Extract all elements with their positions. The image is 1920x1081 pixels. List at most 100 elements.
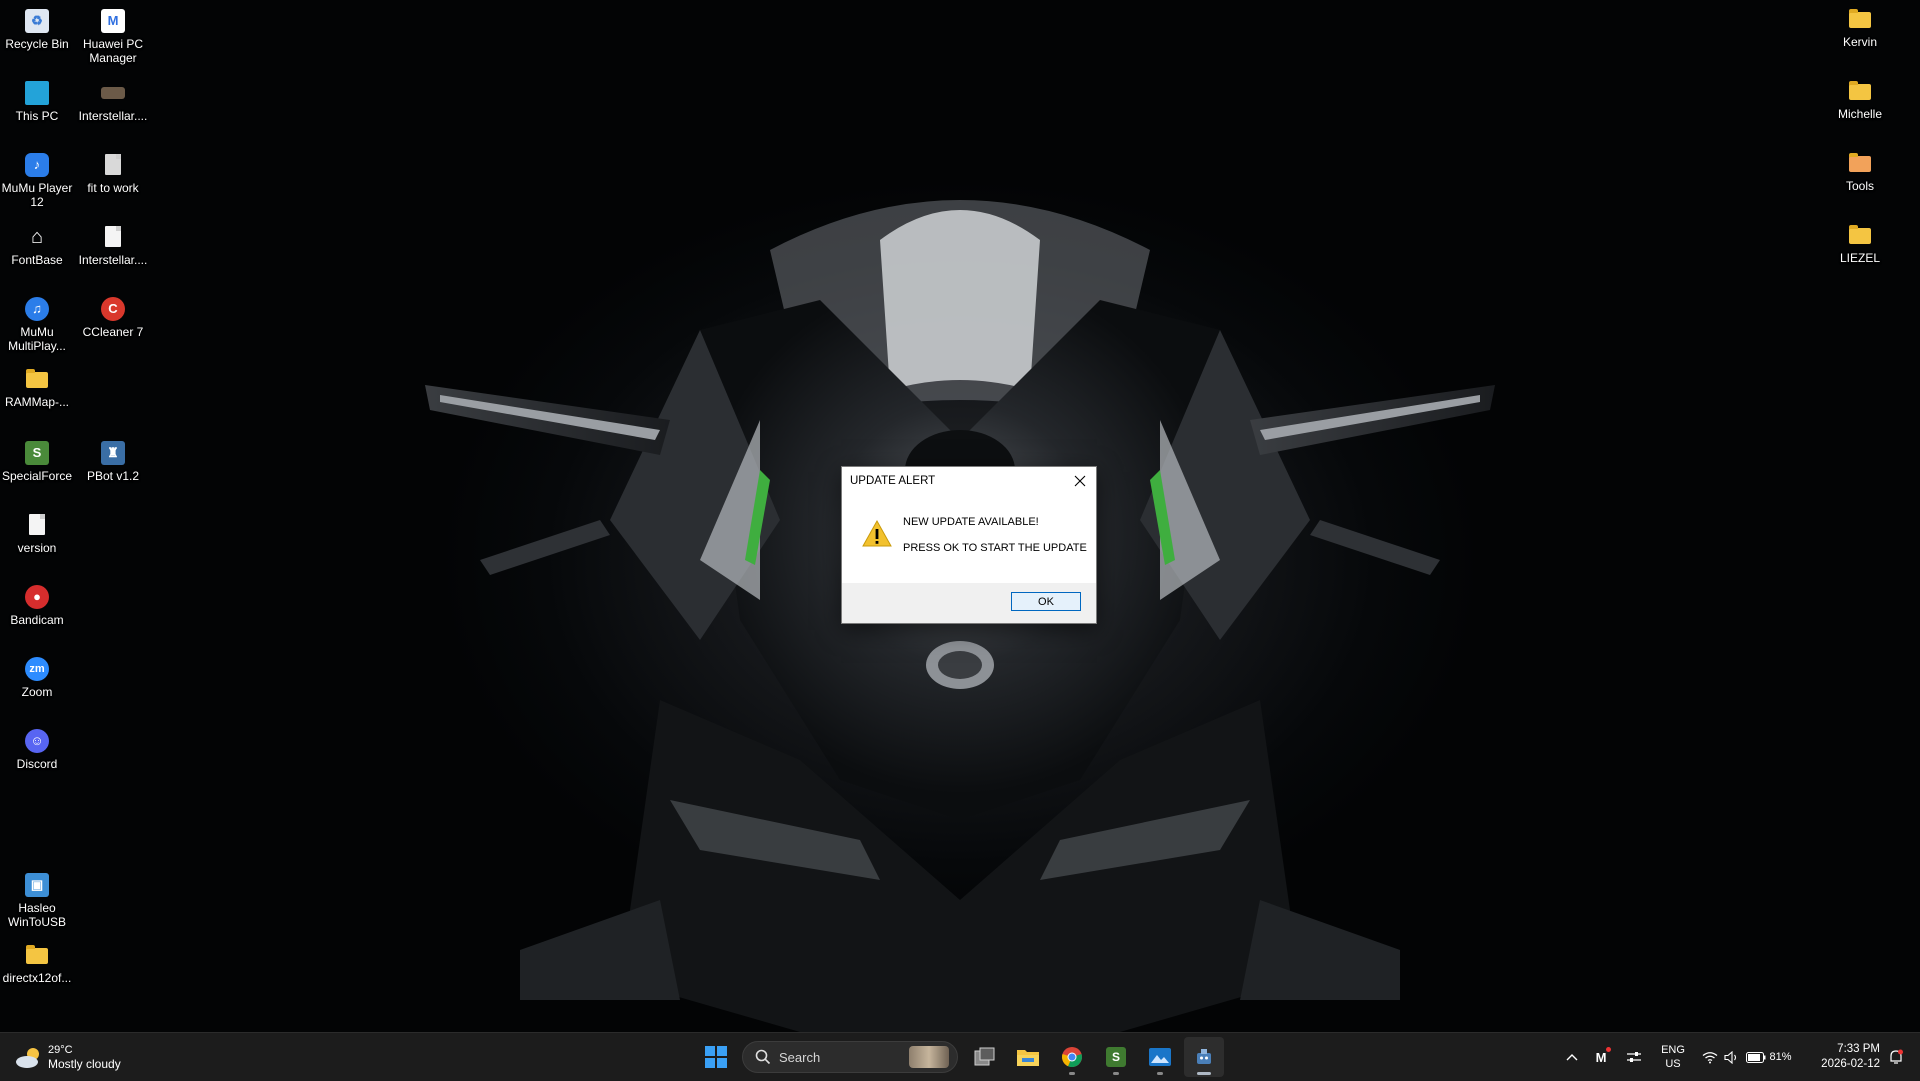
desktop-icon-pbot[interactable]: ♜ PBot v1.2 — [75, 435, 151, 483]
desktop-icon-version[interactable]: version — [0, 507, 75, 555]
video-thumbnail-icon — [101, 87, 125, 99]
dialog-footer: OK — [842, 583, 1096, 623]
desktop[interactable]: ♻ Recycle Bin M Huawei PC Manager This P… — [0, 0, 1920, 1032]
desktop-icon-mumu-multiplayer[interactable]: ♫ MuMu MultiPlay... — [0, 291, 75, 353]
close-icon — [1074, 475, 1086, 487]
ccleaner-icon: C — [101, 297, 125, 321]
desktop-icon-folder-tools[interactable]: Tools — [1822, 147, 1898, 193]
desktop-icon-recycle-bin[interactable]: ♻ Recycle Bin — [0, 3, 75, 51]
tray-settings-button[interactable] — [1622, 1033, 1646, 1081]
windows-start-icon — [705, 1046, 727, 1068]
taskbar: 29°C Mostly cloudy Search S M ENG US 81%… — [0, 1032, 1920, 1081]
folder-icon — [1849, 9, 1871, 28]
desktop-icon-label: CCleaner 7 — [82, 325, 144, 339]
desktop-icon-interstellar-video[interactable]: Interstellar.... — [75, 75, 151, 123]
desktop-icon-directx-folder[interactable]: directx12of... — [0, 939, 75, 985]
desktop-icon-label: This PC — [15, 109, 59, 123]
specialforce-game-icon: S — [1106, 1047, 1126, 1067]
huawei-tray-button[interactable]: M — [1589, 1033, 1613, 1081]
photos-taskbar-button[interactable] — [1140, 1037, 1180, 1077]
bandicam-icon: ● — [25, 585, 49, 609]
document-icon — [105, 226, 121, 247]
running-indicator — [1069, 1072, 1075, 1075]
file-explorer-icon — [1017, 1050, 1039, 1066]
update-alert-dialog: UPDATE ALERT NEW UPDATE AVAILABLE! PRESS… — [841, 466, 1097, 624]
desktop-icon-huawei-pc-manager[interactable]: M Huawei PC Manager — [75, 3, 151, 65]
desktop-icon-label: MuMu Player 12 — [1, 181, 73, 209]
dialog-message-line2: PRESS OK TO START THE UPDATE — [903, 542, 1087, 554]
show-hidden-icons-button[interactable] — [1560, 1033, 1584, 1081]
taskbar-search[interactable]: Search — [742, 1041, 958, 1073]
desktop-icon-ccleaner-7[interactable]: C CCleaner 7 — [75, 291, 151, 339]
document-icon — [105, 154, 121, 175]
battery-percent: 81% — [1769, 1051, 1792, 1063]
desktop-icon-folder-kervin[interactable]: Kervin — [1822, 3, 1898, 49]
desktop-icon-label: RAMMap-... — [4, 395, 69, 409]
weather-temperature: 29°C — [48, 1044, 73, 1056]
language-indicator[interactable]: ENG US — [1655, 1033, 1691, 1081]
desktop-icon-label: directx12of... — [2, 971, 72, 985]
sliders-icon — [1627, 1052, 1641, 1062]
dialog-titlebar[interactable]: UPDATE ALERT — [842, 467, 1096, 496]
desktop-icon-label: LIEZEL — [1839, 251, 1881, 265]
desktop-icon-fit-to-work[interactable]: fit to work — [75, 147, 151, 195]
photos-icon — [1149, 1048, 1171, 1066]
specialforce-game-icon: S — [25, 441, 49, 465]
desktop-icon-label: SpecialForce — [1, 469, 73, 483]
search-placeholder: Search — [779, 1049, 821, 1065]
desktop-icon-this-pc[interactable]: This PC — [0, 75, 75, 123]
running-indicator — [1113, 1072, 1119, 1075]
chrome-button[interactable] — [1052, 1037, 1092, 1077]
desktop-icon-label: MuMu MultiPlay... — [8, 325, 66, 353]
weather-condition: Mostly cloudy — [48, 1057, 121, 1071]
notification-bell-icon — [1890, 1049, 1903, 1064]
hasleo-wintousb-icon: ▣ — [25, 873, 49, 897]
task-view-button[interactable] — [965, 1037, 1005, 1077]
close-button[interactable] — [1064, 467, 1096, 495]
chrome-icon — [1062, 1047, 1082, 1068]
notifications-button[interactable] — [1884, 1033, 1908, 1081]
folder-icon — [26, 945, 48, 964]
weather-widget[interactable]: 29°C Mostly cloudy — [14, 1041, 121, 1075]
desktop-icon-discord[interactable]: ☺ Discord — [0, 723, 75, 771]
desktop-icon-bandicam[interactable]: ● Bandicam — [0, 579, 75, 627]
desktop-icon-mumu-player-12[interactable]: ♪ MuMu Player 12 — [0, 147, 75, 209]
clock-date: 2026-02-12 — [1821, 1058, 1880, 1070]
search-icon — [755, 1049, 771, 1065]
folder-icon — [26, 369, 48, 388]
warning-triangle-icon — [862, 520, 892, 547]
desktop-icon-zoom[interactable]: zm Zoom — [0, 651, 75, 699]
folder-icon — [1849, 81, 1871, 100]
desktop-icon-specialforce[interactable]: S SpecialForce — [0, 435, 75, 483]
quick-settings-button[interactable]: 81% — [1700, 1033, 1794, 1081]
pbot-taskbar-button[interactable] — [1184, 1037, 1224, 1077]
battery-icon — [1746, 1051, 1766, 1063]
desktop-icon-hasleo-wintousb[interactable]: ▣ Hasleo WinToUSB — [0, 867, 75, 929]
clock-time: 7:33 PM — [1837, 1043, 1880, 1055]
dialog-body: NEW UPDATE AVAILABLE! PRESS OK TO START … — [842, 496, 1096, 583]
keyboard-region: US — [1665, 1058, 1681, 1070]
pbot-robot-icon: ♜ — [101, 441, 125, 465]
desktop-icon-label: Kervin — [1842, 35, 1877, 49]
desktop-icon-label: Interstellar.... — [78, 253, 148, 267]
desktop-icon-label: FontBase — [11, 253, 63, 267]
clock[interactable]: 7:33 PM 2026-02-12 — [1802, 1033, 1880, 1081]
ok-button[interactable]: OK — [1011, 592, 1081, 611]
desktop-icon-folder-liezel[interactable]: LIEZEL — [1822, 219, 1898, 265]
desktop-icon-label: Discord — [16, 757, 58, 771]
computer-monitor-icon — [25, 81, 49, 105]
huawei-pc-manager-icon: M — [101, 9, 125, 33]
dialog-message-line1: NEW UPDATE AVAILABLE! — [903, 516, 1039, 528]
desktop-icon-rammap-folder[interactable]: RAMMap-... — [0, 363, 75, 409]
wifi-icon — [1703, 1051, 1718, 1063]
dialog-title: UPDATE ALERT — [850, 475, 936, 487]
file-explorer-button[interactable] — [1008, 1037, 1048, 1077]
desktop-icon-interstellar-doc[interactable]: Interstellar.... — [75, 219, 151, 267]
start-button[interactable] — [696, 1037, 736, 1077]
task-view-icon — [974, 1047, 995, 1066]
folder-icon — [1849, 225, 1871, 244]
specialforce-taskbar-button[interactable]: S — [1096, 1037, 1136, 1077]
desktop-icon-folder-michelle[interactable]: Michelle — [1822, 75, 1898, 121]
language-code: ENG — [1661, 1044, 1685, 1056]
desktop-icon-fontbase[interactable]: ⌂ FontBase — [0, 219, 75, 267]
